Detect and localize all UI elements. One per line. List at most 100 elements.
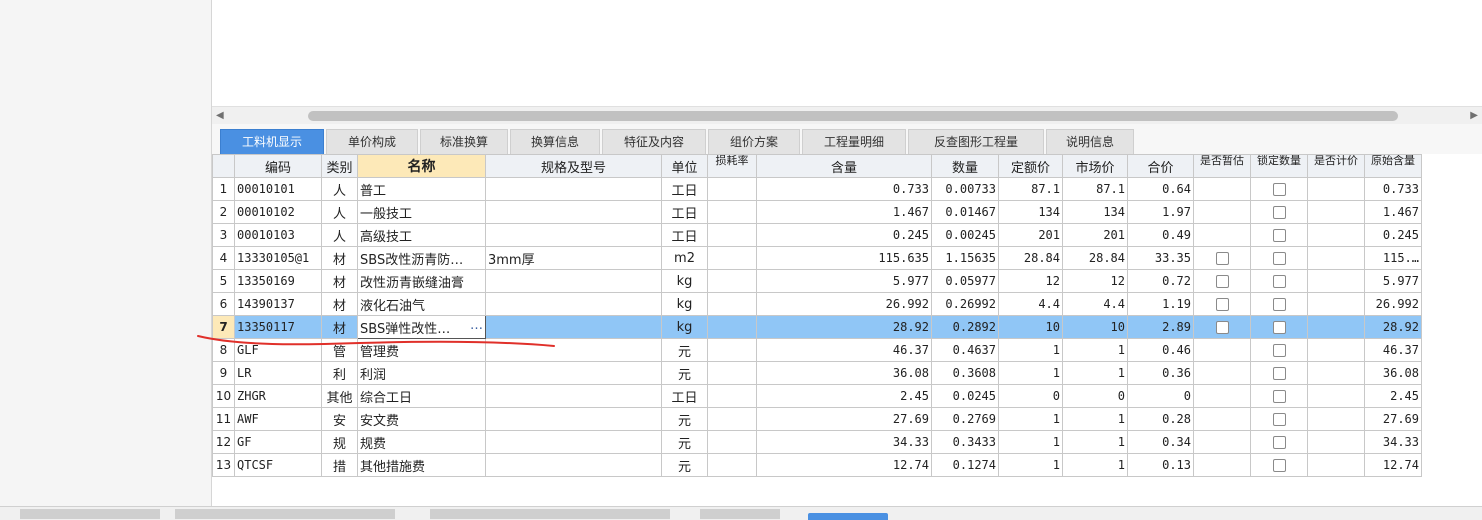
- column-header-quota-price[interactable]: 定额价: [998, 154, 1063, 178]
- cell-quota-price[interactable]: 201: [998, 223, 1063, 247]
- column-header-total[interactable]: 合价: [1127, 154, 1194, 178]
- cell-quota-price[interactable]: 0: [998, 384, 1063, 408]
- cell-original-content[interactable]: 27.69: [1364, 407, 1422, 431]
- row-number[interactable]: 2: [212, 200, 235, 224]
- cell-quantity[interactable]: 0.01467: [931, 200, 999, 224]
- cell-is-priced[interactable]: [1307, 223, 1365, 247]
- cell-total[interactable]: 0.64: [1127, 177, 1194, 201]
- cell-is-provisional[interactable]: [1193, 338, 1251, 362]
- column-header-quantity[interactable]: 数量: [931, 154, 999, 178]
- scroll-right-icon[interactable]: ▶: [1470, 110, 1478, 121]
- cell-name[interactable]: 普工: [357, 177, 486, 201]
- table-row[interactable]: 1 00010101 人普工 工日 0.733 0.00733 87.1 87.1 0.64 0.…: [212, 177, 1422, 201]
- row-number[interactable]: 6: [212, 292, 235, 316]
- ellipsis-button[interactable]: …: [470, 318, 483, 333]
- lock-quantity-checkbox[interactable]: [1272, 343, 1286, 357]
- cell-type[interactable]: 材: [321, 269, 358, 293]
- cell-spec[interactable]: [485, 361, 662, 385]
- cell-spec[interactable]: 3mm厚: [485, 246, 662, 270]
- lock-quantity-checkbox[interactable]: [1272, 320, 1286, 334]
- provisional-checkbox[interactable]: [1215, 320, 1229, 334]
- cell-quantity[interactable]: 1.15635: [931, 246, 999, 270]
- row-number[interactable]: 4: [212, 246, 235, 270]
- provisional-checkbox[interactable]: [1215, 274, 1229, 288]
- cell-content[interactable]: 115.635: [756, 246, 932, 270]
- cell-lock-quantity[interactable]: [1250, 384, 1308, 408]
- cell-quantity[interactable]: 0.4637: [931, 338, 999, 362]
- cell-loss-rate[interactable]: [707, 430, 757, 454]
- row-number[interactable]: 5: [212, 269, 235, 293]
- cell-type[interactable]: 措: [321, 453, 358, 477]
- cell-is-priced[interactable]: [1307, 430, 1365, 454]
- cell-quota-price[interactable]: 1: [998, 361, 1063, 385]
- lock-quantity-checkbox[interactable]: [1272, 228, 1286, 242]
- cell-lock-quantity[interactable]: [1250, 430, 1308, 454]
- cell-quantity[interactable]: 0.3608: [931, 361, 999, 385]
- cell-spec[interactable]: [485, 292, 662, 316]
- lock-quantity-checkbox[interactable]: [1272, 182, 1286, 196]
- tab-pricing-scheme[interactable]: 组价方案: [708, 129, 800, 154]
- cell-original-content[interactable]: 115.…: [1364, 246, 1422, 270]
- cell-quota-price[interactable]: 10: [998, 315, 1063, 339]
- cell-original-content[interactable]: 46.37: [1364, 338, 1422, 362]
- cell-code[interactable]: AWF: [234, 407, 322, 431]
- cell-name[interactable]: 一般技工: [357, 200, 486, 224]
- column-header-spec[interactable]: 规格及型号: [485, 154, 662, 178]
- cell-code[interactable]: GLF: [234, 338, 322, 362]
- cell-lock-quantity[interactable]: [1250, 338, 1308, 362]
- cell-is-priced[interactable]: [1307, 338, 1365, 362]
- cell-quota-price[interactable]: 12: [998, 269, 1063, 293]
- cell-type[interactable]: 规: [321, 430, 358, 454]
- cell-is-priced[interactable]: [1307, 177, 1365, 201]
- row-number[interactable]: 1: [212, 177, 235, 201]
- scrollbar-thumb[interactable]: [308, 111, 1398, 121]
- lock-quantity-checkbox[interactable]: [1272, 458, 1286, 472]
- cell-lock-quantity[interactable]: [1250, 269, 1308, 293]
- cell-quota-price[interactable]: 28.84: [998, 246, 1063, 270]
- cell-spec[interactable]: [485, 177, 662, 201]
- cell-is-priced[interactable]: [1307, 246, 1365, 270]
- tab-standard-conversion[interactable]: 标准换算: [420, 129, 508, 154]
- cell-total[interactable]: 0.34: [1127, 430, 1194, 454]
- cell-quantity[interactable]: 0.3433: [931, 430, 999, 454]
- cell-market-price[interactable]: 10: [1062, 315, 1128, 339]
- cell-original-content[interactable]: 0.733: [1364, 177, 1422, 201]
- tab-quantity-detail[interactable]: 工程量明细: [802, 129, 906, 154]
- cell-market-price[interactable]: 1: [1062, 361, 1128, 385]
- table-row[interactable]: 8 GLF 管管理费元 46.37 0.4637 1 1 0.46 46.37: [212, 338, 1422, 362]
- cell-loss-rate[interactable]: [707, 292, 757, 316]
- cell-spec[interactable]: [485, 200, 662, 224]
- cell-is-provisional[interactable]: [1193, 292, 1251, 316]
- cell-is-priced[interactable]: [1307, 384, 1365, 408]
- cell-content[interactable]: 5.977: [756, 269, 932, 293]
- cell-original-content[interactable]: 2.45: [1364, 384, 1422, 408]
- cell-lock-quantity[interactable]: [1250, 361, 1308, 385]
- cell-quota-price[interactable]: 1: [998, 407, 1063, 431]
- cell-original-content[interactable]: 12.74: [1364, 453, 1422, 477]
- cell-content[interactable]: 36.08: [756, 361, 932, 385]
- cell-original-content[interactable]: 28.92: [1364, 315, 1422, 339]
- cell-is-provisional[interactable]: [1193, 407, 1251, 431]
- cell-type[interactable]: 材: [321, 246, 358, 270]
- cell-loss-rate[interactable]: [707, 200, 757, 224]
- cell-total[interactable]: 1.19: [1127, 292, 1194, 316]
- cell-name[interactable]: 规费: [357, 430, 486, 454]
- row-number[interactable]: 11: [212, 407, 235, 431]
- column-header-code[interactable]: 编码: [234, 154, 322, 178]
- cell-unit[interactable]: m2: [661, 246, 708, 270]
- cell-spec[interactable]: [485, 384, 662, 408]
- cell-spec[interactable]: [485, 315, 662, 339]
- cell-spec[interactable]: [485, 407, 662, 431]
- cell-loss-rate[interactable]: [707, 315, 757, 339]
- table-row[interactable]: 6 14390137 材液化石油气 kg 26.992 0.26992 4.4 4.4 1.19…: [212, 292, 1422, 316]
- cell-is-priced[interactable]: [1307, 453, 1365, 477]
- cell-market-price[interactable]: 201: [1062, 223, 1128, 247]
- cell-content[interactable]: 2.45: [756, 384, 932, 408]
- cell-is-priced[interactable]: [1307, 315, 1365, 339]
- cell-code[interactable]: 00010102: [234, 200, 322, 224]
- cell-name[interactable]: 安文费: [357, 407, 486, 431]
- cell-content[interactable]: 0.245: [756, 223, 932, 247]
- cell-unit[interactable]: 元: [661, 361, 708, 385]
- cell-quantity[interactable]: 0.26992: [931, 292, 999, 316]
- cell-name[interactable]: 改性沥青嵌缝油膏: [357, 269, 486, 293]
